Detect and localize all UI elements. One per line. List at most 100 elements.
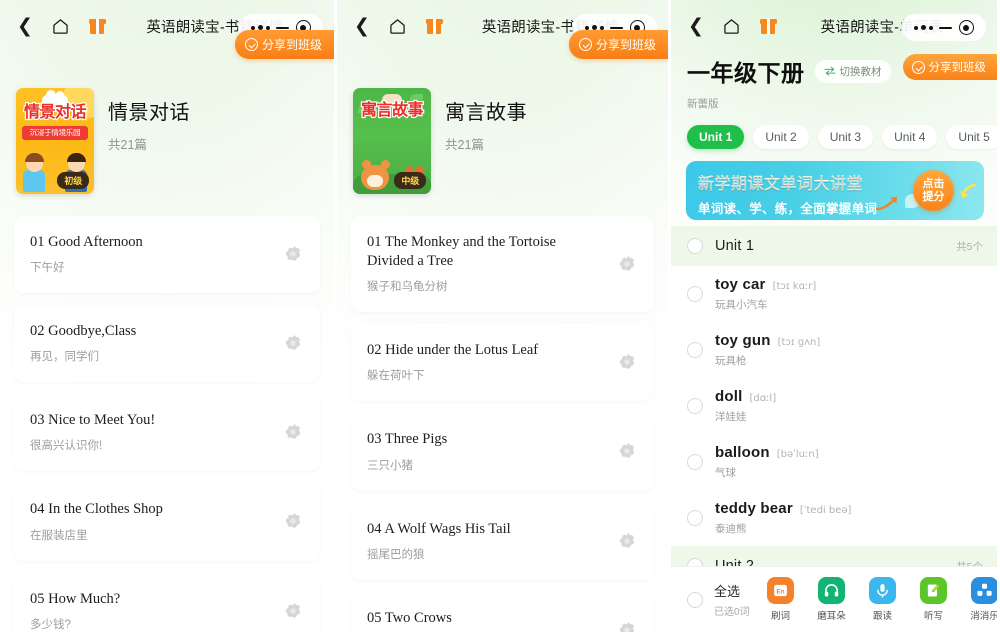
unit-tab-5[interactable]: Unit 5	[946, 125, 997, 149]
miniapp-capsule[interactable]	[901, 13, 987, 42]
word-item[interactable]: doll [dɑːl] 洋娃娃	[671, 378, 997, 434]
share-to-class-button[interactable]: 分享到班级	[568, 30, 668, 59]
tool-matchgame[interactable]: 消消乐	[964, 577, 997, 622]
word-select-radio[interactable]	[687, 342, 703, 358]
tool-dictation[interactable]: 听写	[913, 577, 955, 622]
tool-listening[interactable]: 磨耳朵	[811, 577, 853, 622]
select-all-label: 全选	[714, 584, 741, 599]
flower-icon[interactable]	[282, 421, 304, 443]
unit-tab-1[interactable]: Unit 1	[687, 125, 745, 149]
word-phonetic: [dɑːl]	[749, 393, 777, 404]
word-select-radio[interactable]	[687, 510, 703, 526]
lesson-title-cn: 再见，同学们	[30, 351, 99, 364]
banner-cta-button[interactable]: 点击 提分	[913, 170, 954, 211]
banner-cta-line2: 提分	[922, 190, 945, 203]
flower-icon[interactable]	[282, 243, 304, 265]
tool-label: 磨耳朵	[817, 611, 846, 622]
select-all-control[interactable]: 全选 已选0词	[687, 581, 750, 618]
close-target-icon[interactable]	[958, 20, 974, 35]
unit-name: Unit 1	[715, 238, 755, 254]
minimize-icon[interactable]	[276, 26, 290, 29]
lesson-title-en: 04 In the Clothes Shop	[30, 501, 163, 518]
cover-tiger-illustration	[361, 160, 391, 190]
tool-readaloud[interactable]: 跟读	[862, 577, 904, 622]
book-cover[interactable]: 寓言故事 中级	[353, 88, 431, 194]
book-meta: 寓言故事 共21篇	[431, 88, 654, 153]
book-cover[interactable]: 情景对话 沉浸于情境乐园 初级	[16, 88, 94, 194]
flower-icon[interactable]	[616, 619, 638, 632]
lesson-title-cn: 猴子和乌龟分树	[367, 281, 448, 294]
unit-tab-3[interactable]: Unit 3	[817, 125, 874, 149]
gift-button[interactable]	[84, 13, 110, 39]
select-all-radio[interactable]	[687, 591, 703, 608]
book-hero: 情景对话 沉浸于情境乐园 初级 情景对话 共21篇 分享到班级	[0, 30, 334, 194]
word-item[interactable]: toy gun [tɔɪ ɡʌn] 玩具枪	[671, 322, 997, 378]
headphones-icon	[818, 577, 846, 604]
word-phonetic: [bəˈluːn]	[776, 449, 819, 460]
lesson-item[interactable]: 01 The Monkey and the Tortoise Divided a…	[351, 216, 654, 313]
pencil-paper-icon	[920, 577, 948, 604]
back-button[interactable]: ❮	[683, 13, 709, 39]
lesson-item[interactable]: 05 Two Crows 两只乌鸦	[351, 591, 654, 632]
flower-icon[interactable]	[616, 530, 638, 552]
word-text: teddy bear	[715, 500, 793, 517]
word-meaning: 泰迪熊	[715, 523, 747, 535]
lesson-item[interactable]: 01 Good Afternoon 下午好	[14, 216, 320, 294]
lesson-item[interactable]: 02 Goodbye,Class 再见，同学们	[14, 305, 320, 383]
word-select-radio[interactable]	[687, 398, 703, 414]
flower-icon[interactable]	[616, 253, 638, 275]
flower-icon[interactable]	[282, 510, 304, 532]
check-circle-icon	[911, 60, 925, 74]
lesson-item[interactable]: 03 Three Pigs 三只小猪	[351, 413, 654, 491]
lesson-list: 01 Good Afternoon 下午好 02 Goodbye,Class 再…	[0, 216, 334, 632]
promo-banner[interactable]: 新学期课文单词大讲堂 单词读、学、练，全面掌握单词 点击 提分	[686, 161, 984, 220]
lesson-title-cn: 三只小猪	[367, 459, 413, 472]
word-item[interactable]: balloon [bəˈluːn] 气球	[671, 434, 997, 490]
lesson-item[interactable]: 04 A Wolf Wags His Tail 摇尾巴的狼	[351, 502, 654, 580]
flower-icon[interactable]	[616, 440, 638, 462]
word-item[interactable]: toy car [tɔɪ kɑːr] 玩具小汽车	[671, 266, 997, 322]
screenshot-stage: ❮ 英语朗读宝-书籍详情 情景对话 沉浸于情境乐园 初级 情景对话 共21篇 分…	[0, 0, 1000, 632]
word-select-radio[interactable]	[687, 454, 703, 470]
unit-section-header[interactable]: Unit 1 共5个	[671, 226, 997, 266]
lesson-title-en: 05 Two Crows	[367, 609, 452, 626]
switch-textbook-button[interactable]: 切换教材	[814, 59, 891, 83]
lesson-title-cn: 多少钱?	[30, 618, 71, 631]
back-button[interactable]: ❮	[12, 13, 38, 39]
word-select-radio[interactable]	[687, 286, 703, 302]
gift-button[interactable]	[755, 13, 781, 39]
share-to-class-button[interactable]: 分享到班级	[902, 54, 997, 80]
gift-button[interactable]	[421, 13, 447, 39]
cover-level-badge: 初级	[57, 172, 89, 189]
word-text: toy car	[715, 276, 766, 293]
bottom-toolbar: 全选 已选0词 En 刷词 磨耳朵 跟读 听写 消消乐	[671, 566, 997, 632]
unit-select-radio[interactable]	[687, 238, 703, 254]
word-item[interactable]: teddy bear [ˈtedi beə] 泰迪熊	[671, 490, 997, 546]
word-meaning: 洋娃娃	[715, 411, 747, 423]
share-to-class-button[interactable]: 分享到班级	[234, 30, 334, 59]
unit-tab-2[interactable]: Unit 2	[753, 125, 809, 149]
word-phonetic: [tɔɪ kɑːr]	[772, 281, 817, 292]
back-button[interactable]: ❮	[349, 13, 375, 39]
lesson-item[interactable]: 04 In the Clothes Shop 在服装店里	[14, 483, 320, 561]
minimize-icon[interactable]	[939, 26, 953, 29]
lesson-item[interactable]: 05 How Much? 多少钱?	[14, 572, 320, 632]
home-button[interactable]	[718, 13, 744, 39]
grade-title: 一年级下册	[687, 60, 805, 86]
tool-flashcards[interactable]: En 刷词	[760, 577, 802, 622]
more-icon[interactable]	[914, 25, 934, 30]
unit-tab-4[interactable]: Unit 4	[882, 125, 938, 149]
minimize-icon[interactable]	[610, 26, 624, 29]
flower-icon[interactable]	[616, 351, 638, 373]
lesson-item[interactable]: 02 Hide under the Lotus Leaf 躲在荷叶下	[351, 324, 654, 402]
check-circle-icon	[244, 38, 258, 51]
home-button[interactable]	[47, 13, 73, 39]
panel-book-detail-dialogues: ❮ 英语朗读宝-书籍详情 情景对话 沉浸于情境乐园 初级 情景对话 共21篇 分…	[0, 0, 334, 632]
edition-label: 新蕾版	[687, 98, 719, 110]
lesson-item[interactable]: 03 Nice to Meet You! 很高兴认识你!	[14, 394, 320, 472]
flower-icon[interactable]	[282, 332, 304, 354]
gift-icon	[88, 18, 106, 34]
home-button[interactable]	[384, 13, 410, 39]
flower-icon[interactable]	[282, 600, 304, 622]
lesson-title-cn: 躲在荷叶下	[367, 370, 425, 383]
